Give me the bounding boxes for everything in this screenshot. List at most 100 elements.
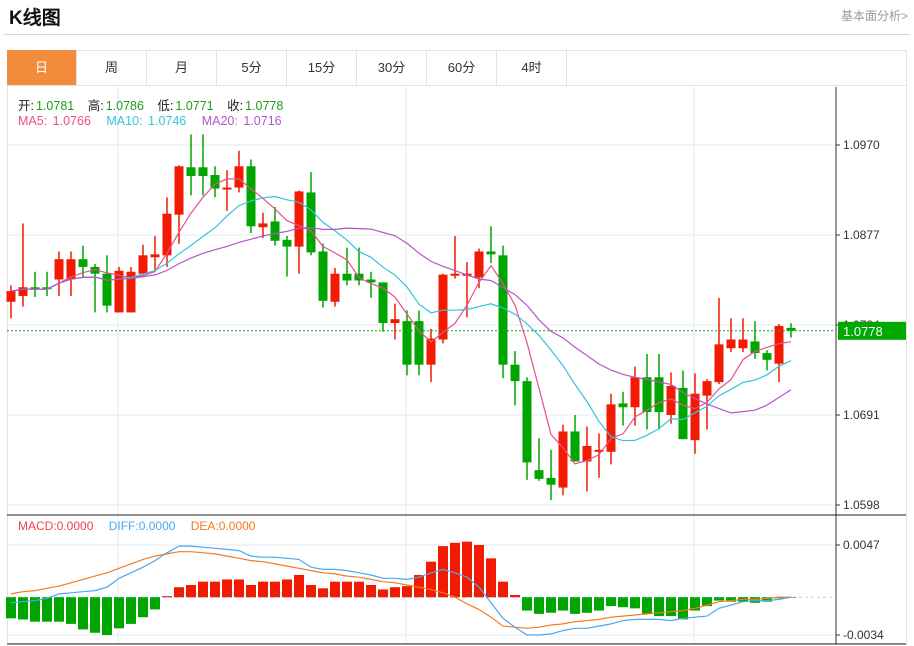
macd-bar-positive bbox=[462, 541, 472, 598]
macd-bar-negative bbox=[18, 597, 28, 620]
macd-bar-positive bbox=[450, 542, 460, 598]
candle-up bbox=[738, 339, 748, 349]
macd-bar-positive bbox=[402, 586, 412, 598]
macd-info: MACD:0.0000 DIFF:0.0000 DEA:0.0000 bbox=[18, 519, 255, 533]
diff-value: 0.0000 bbox=[138, 519, 176, 533]
candle-up bbox=[606, 404, 616, 452]
low-value: 1.0771 bbox=[175, 99, 214, 113]
macd-bar-negative bbox=[54, 597, 64, 622]
macd-bar-positive bbox=[438, 546, 448, 598]
candle-down bbox=[186, 167, 196, 176]
macd-bar-positive bbox=[246, 585, 256, 598]
macd-bar-negative bbox=[630, 597, 640, 609]
candle-down bbox=[342, 273, 352, 281]
ohlc-info: 开: 1.0781 高: 1.0786 低: 1.0771 收: 1.0778 bbox=[18, 95, 293, 114]
candle-up bbox=[222, 187, 232, 190]
candle-down bbox=[534, 470, 544, 479]
candle-up bbox=[150, 254, 160, 258]
macd-bar-positive bbox=[198, 581, 208, 598]
ma5-info: MA5: 1.0766 bbox=[18, 114, 93, 128]
macd-bar-negative bbox=[534, 597, 544, 614]
macd-bar-negative bbox=[114, 597, 124, 629]
ma10-value: 1.0746 bbox=[148, 114, 187, 128]
candle-down bbox=[570, 431, 580, 462]
candle-down bbox=[306, 192, 316, 253]
macd-bar-negative bbox=[102, 597, 112, 635]
macd-bar-negative bbox=[90, 597, 100, 633]
candle-down bbox=[762, 353, 772, 360]
macd-bar-negative bbox=[714, 597, 724, 601]
ma20-info: MA20: 1.0716 bbox=[202, 114, 284, 128]
candle-up bbox=[330, 273, 340, 302]
candle-up bbox=[474, 251, 484, 278]
ma10-info: MA10: 1.0746 bbox=[106, 114, 188, 128]
macd-bar-negative bbox=[558, 597, 568, 611]
diff-label: DIFF: bbox=[108, 519, 139, 533]
macd-bar-positive bbox=[174, 587, 184, 598]
close-value: 1.0778 bbox=[245, 99, 284, 113]
macd-bar-positive bbox=[210, 581, 220, 598]
ma5-value: 1.0766 bbox=[52, 114, 91, 128]
macd-bar-negative bbox=[594, 597, 604, 611]
candle-up bbox=[54, 259, 64, 280]
macd-bar-positive bbox=[354, 581, 364, 598]
candle-up bbox=[6, 291, 16, 302]
macd-bar-positive bbox=[486, 558, 496, 598]
close-label: 收: bbox=[227, 99, 244, 113]
candle-down bbox=[270, 221, 280, 241]
ma5-line bbox=[10, 178, 792, 465]
macd-bar-negative bbox=[138, 597, 148, 618]
candle-down bbox=[642, 377, 652, 413]
candle-down bbox=[102, 273, 112, 306]
macd-bar-positive bbox=[498, 581, 508, 598]
candle-down bbox=[282, 239, 292, 247]
ma20-label: MA20: bbox=[201, 114, 238, 128]
candle-up bbox=[630, 377, 640, 408]
macd-bar-negative bbox=[606, 597, 616, 607]
macd-bar-negative bbox=[666, 597, 676, 617]
candle-down bbox=[318, 251, 328, 301]
candle-down bbox=[246, 166, 256, 227]
high-label: 高: bbox=[87, 99, 104, 113]
candle-down bbox=[510, 364, 520, 382]
ma20-value: 1.0716 bbox=[243, 114, 282, 128]
candle-up bbox=[234, 166, 244, 188]
dea-value: 0.0000 bbox=[218, 519, 256, 533]
macd-bar-negative bbox=[522, 597, 532, 611]
macd-bar-negative bbox=[66, 597, 76, 624]
current-price-label: 1.0778 bbox=[843, 324, 883, 339]
macd-bar-negative bbox=[6, 597, 16, 619]
candle-up bbox=[162, 213, 172, 256]
candle-down bbox=[618, 403, 628, 408]
candle-up bbox=[294, 191, 304, 247]
price-tick-label: 1.0877 bbox=[843, 228, 880, 242]
open-value: 1.0781 bbox=[35, 99, 75, 113]
macd-bar-positive bbox=[270, 581, 280, 598]
macd-bar-positive bbox=[306, 585, 316, 598]
macd-bar-positive bbox=[390, 587, 400, 598]
ma-info: MA5: 1.0766 MA10: 1.0746 MA20: 1.0716 bbox=[18, 114, 286, 128]
candle-up bbox=[702, 381, 712, 396]
candle-down bbox=[522, 381, 532, 463]
price-tick-label: 1.0970 bbox=[843, 138, 880, 152]
macd-label: MACD: bbox=[18, 519, 57, 533]
macd-bar-negative bbox=[618, 597, 628, 608]
ma5-label: MA5: bbox=[18, 114, 48, 128]
candle-down bbox=[678, 387, 688, 440]
candle-down bbox=[198, 167, 208, 176]
candle-up bbox=[138, 255, 148, 274]
macd-bar-positive bbox=[186, 585, 196, 598]
candle-up bbox=[390, 319, 400, 324]
macd-bar-positive bbox=[258, 581, 268, 598]
macd-bar-negative bbox=[78, 597, 88, 630]
macd-bar-negative bbox=[678, 597, 688, 620]
macd-bar-positive bbox=[234, 579, 244, 598]
macd-bar-negative bbox=[546, 597, 556, 613]
ma10-label: MA10: bbox=[106, 114, 143, 128]
open-label: 开: bbox=[18, 99, 34, 113]
macd-tick-label: -0.0034 bbox=[843, 628, 884, 642]
macd-bar-negative bbox=[150, 597, 160, 610]
macd-bar-negative bbox=[570, 597, 580, 614]
candle-up bbox=[558, 431, 568, 488]
macd-bar-positive bbox=[330, 581, 340, 598]
